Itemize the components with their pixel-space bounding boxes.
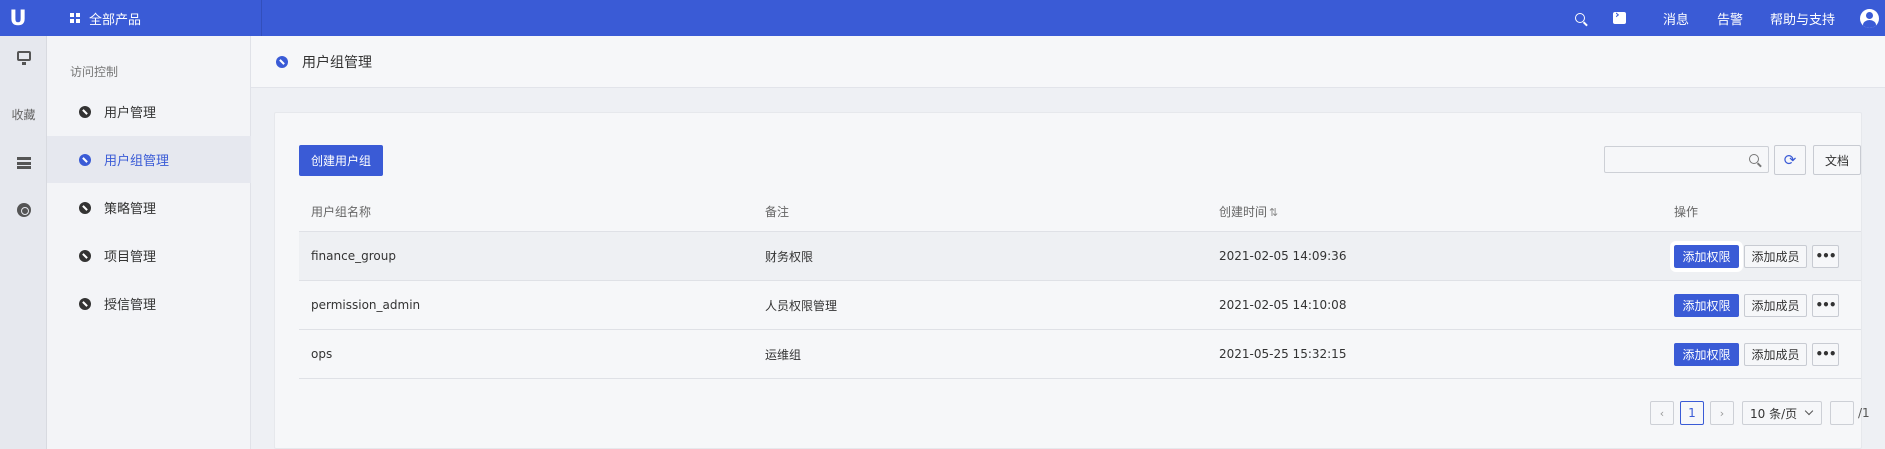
- side-menu-item-user-management[interactable]: 用户管理: [47, 88, 251, 135]
- user-icon: [1860, 8, 1879, 28]
- search-icon[interactable]: [1749, 154, 1759, 164]
- user-group-table: 用户组名称 备注 创建时间 ⇅ 操作 finance_group 财务权限 202…: [299, 191, 1861, 379]
- list-icon: [16, 157, 31, 169]
- side-menu-item-label: 授信管理: [104, 298, 157, 313]
- add-member-button[interactable]: 添加成员: [1744, 244, 1807, 268]
- rail-monitor-button[interactable]: [0, 46, 47, 66]
- side-menu-item-label: 用户组管理: [104, 154, 170, 169]
- all-products-button[interactable]: 全部产品: [70, 0, 263, 36]
- monitor-icon: [16, 51, 31, 65]
- prev-page-button[interactable]: ‹: [1650, 401, 1674, 425]
- table-row: finance_group 财务权限 2021-02-05 14:09:36 添…: [299, 232, 1861, 281]
- actions-cell: 添加权限 添加成员 •••: [1662, 342, 1861, 366]
- time-cell: 2021-05-25 15:32:15: [1219, 347, 1347, 361]
- alerts-link[interactable]: 告警: [1717, 9, 1743, 28]
- add-member-button[interactable]: 添加成员: [1744, 342, 1807, 366]
- rail-list-button[interactable]: [0, 153, 47, 173]
- side-menu-item-label: 策略管理: [104, 202, 157, 217]
- header-time-label: 创建时间: [1219, 204, 1268, 219]
- dashboard-icon: [16, 203, 31, 217]
- add-permission-button[interactable]: 添加权限: [1674, 342, 1739, 366]
- messages-label: 消息: [1662, 12, 1689, 28]
- side-menu-item-policy-management[interactable]: 策略管理: [47, 184, 251, 231]
- help-link[interactable]: 帮助与支持: [1770, 9, 1835, 28]
- side-menu: 访问控制 用户管理 用户组管理 策略管理 项目管理 授信管理: [47, 36, 251, 449]
- all-products-label: 全部产品: [89, 12, 142, 28]
- top-navbar: U 全部产品 消息 告警 帮助与支持: [0, 0, 1885, 36]
- pagination: ‹ 1 › 10 条/页 /1: [1650, 401, 1870, 425]
- time-cell: 2021-02-05 14:09:36: [1219, 249, 1347, 263]
- compass-icon: [79, 105, 91, 118]
- grid-icon: [70, 13, 80, 23]
- next-page-button[interactable]: ›: [1710, 401, 1734, 425]
- note-cell: 人员权限管理: [765, 298, 838, 313]
- refresh-icon: ⟳: [1783, 151, 1797, 169]
- add-permission-button[interactable]: 添加权限: [1670, 240, 1743, 272]
- add-permission-button[interactable]: 添加权限: [1674, 293, 1739, 317]
- note-cell: 财务权限: [765, 249, 814, 264]
- page-jump-input[interactable]: [1830, 401, 1854, 425]
- chevron-down-icon: [1804, 406, 1814, 416]
- table-header: 用户组名称 备注 创建时间 ⇅ 操作: [299, 191, 1861, 232]
- compass-icon: [79, 201, 91, 214]
- compass-icon: [276, 55, 288, 68]
- top-right-actions: 消息 告警 帮助与支持: [1574, 0, 1885, 36]
- search-icon: [1574, 13, 1585, 23]
- side-menu-item-credit-management[interactable]: 授信管理: [47, 280, 251, 327]
- actions-cell: 添加权限 添加成员 •••: [1662, 240, 1861, 272]
- more-actions-button[interactable]: •••: [1812, 342, 1839, 366]
- table-row: permission_admin 人员权限管理 2021-02-05 14:10…: [299, 281, 1861, 330]
- side-menu-item-label: 项目管理: [104, 250, 157, 265]
- actions-cell: 添加权限 添加成员 •••: [1662, 293, 1861, 317]
- search-box: [1604, 146, 1769, 173]
- left-rail: 收藏: [0, 36, 47, 449]
- global-search-button[interactable]: [1574, 13, 1585, 23]
- page-number-current[interactable]: 1: [1680, 401, 1704, 425]
- compass-icon: [79, 297, 91, 310]
- content-card: 创建用户组 ⟳ 文档 用户组名称 备注 创建时间 ⇅ 操作 finance_gro…: [274, 112, 1870, 449]
- add-member-button[interactable]: 添加成员: [1744, 293, 1807, 317]
- terminal-icon: [1612, 8, 1626, 24]
- page-size-select[interactable]: 10 条/页: [1742, 401, 1822, 425]
- logo-text: U: [9, 6, 27, 30]
- side-menu-item-label: 用户管理: [104, 106, 157, 121]
- rail-dashboard-button[interactable]: [0, 200, 47, 220]
- search-input[interactable]: [1605, 147, 1735, 172]
- sort-icon: ⇅: [1269, 205, 1279, 219]
- logo[interactable]: U: [0, 0, 36, 36]
- group-name-cell: finance_group: [311, 249, 396, 263]
- page-total: /1: [1858, 406, 1870, 420]
- side-menu-title: 访问控制: [70, 65, 119, 79]
- alerts-label: 告警: [1716, 12, 1743, 28]
- time-cell: 2021-02-05 14:10:08: [1219, 298, 1347, 312]
- create-user-group-button[interactable]: 创建用户组: [299, 145, 383, 176]
- group-name-cell: permission_admin: [311, 298, 421, 312]
- header-time-sortable[interactable]: 创建时间 ⇅: [1207, 203, 1662, 220]
- favorites-label: 收藏: [11, 107, 36, 122]
- user-avatar-button[interactable]: [1860, 8, 1885, 28]
- header-note: 备注: [765, 204, 790, 219]
- help-label: 帮助与支持: [1769, 12, 1835, 28]
- compass-icon: [79, 153, 91, 166]
- more-actions-button[interactable]: •••: [1812, 244, 1839, 268]
- console-button[interactable]: [1612, 8, 1626, 24]
- table-row: ops 运维组 2021-05-25 15:32:15 添加权限 添加成员 ••…: [299, 330, 1861, 379]
- messages-link[interactable]: 消息: [1663, 9, 1689, 28]
- header-name: 用户组名称: [311, 204, 372, 219]
- more-actions-button[interactable]: •••: [1812, 293, 1839, 317]
- group-name-cell: ops: [311, 347, 333, 361]
- page-header: 用户组管理: [251, 36, 1885, 88]
- note-cell: 运维组: [765, 347, 802, 362]
- rail-favorites-button[interactable]: 收藏: [0, 104, 47, 124]
- page-size-label: 10 条/页: [1750, 406, 1798, 421]
- page-title: 用户组管理: [302, 54, 372, 71]
- refresh-button[interactable]: ⟳: [1774, 145, 1806, 175]
- compass-icon: [79, 249, 91, 262]
- header-op: 操作: [1674, 204, 1699, 219]
- side-menu-item-project-management[interactable]: 项目管理: [47, 232, 251, 279]
- side-menu-item-user-group-management[interactable]: 用户组管理: [47, 136, 251, 183]
- doc-button[interactable]: 文档: [1813, 145, 1861, 175]
